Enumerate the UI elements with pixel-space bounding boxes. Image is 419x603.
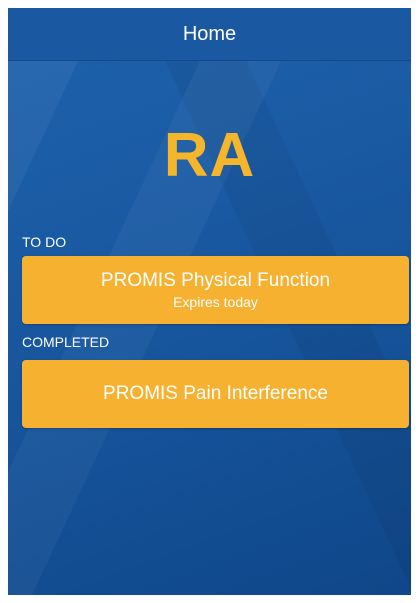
- top-bar: Home: [8, 8, 411, 61]
- todo-survey-card[interactable]: PROMIS Physical Function Expires today: [22, 256, 409, 324]
- page-title: Home: [182, 22, 237, 45]
- survey-expiry: Expires today: [173, 294, 258, 310]
- completed-section-label: COMPLETED: [22, 334, 110, 350]
- ra-logo: RA: [163, 121, 256, 190]
- app-screen: Home RA TO DO PROMIS Physical Function E…: [8, 8, 411, 595]
- completed-survey-card[interactable]: PROMIS Pain Interference: [22, 360, 409, 428]
- todo-section-label: TO DO: [22, 234, 67, 250]
- survey-title: PROMIS Pain Interference: [103, 383, 328, 404]
- survey-title: PROMIS Physical Function: [100, 270, 331, 291]
